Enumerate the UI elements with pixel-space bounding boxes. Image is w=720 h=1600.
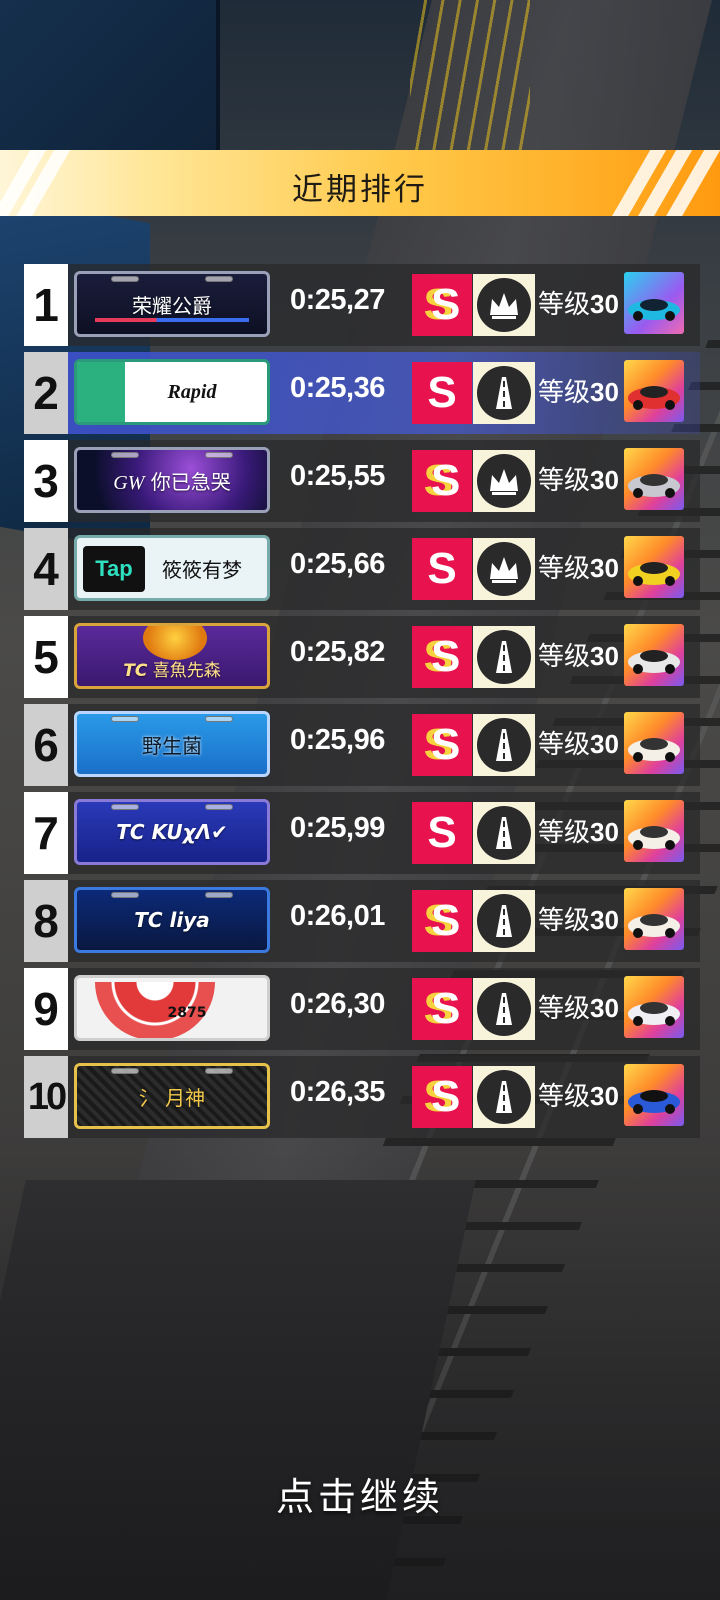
lap-time: 0:25,99 xyxy=(290,812,385,844)
tap-logo: Tap xyxy=(83,546,145,592)
player-name: GW 你已急哭 xyxy=(113,469,231,494)
lap-time: 0:25,96 xyxy=(290,724,385,756)
license-plate: 2875 xyxy=(74,975,270,1041)
license-plate: Rapid xyxy=(74,359,270,425)
building xyxy=(0,0,220,160)
player-level: 等级30 xyxy=(538,377,619,408)
grade-badge: SS xyxy=(412,714,472,776)
bottom-shade xyxy=(0,1150,720,1600)
player-name: Rapid xyxy=(167,380,217,403)
rank-number: 2 xyxy=(24,352,68,434)
rank-number: 10 xyxy=(24,1056,68,1138)
player-name: 野生菌 xyxy=(142,733,202,758)
grade-badge: SS xyxy=(412,1066,472,1128)
lap-time: 0:25,36 xyxy=(290,372,385,404)
car-thumbnail xyxy=(624,272,684,334)
lap-time: 0:26,35 xyxy=(290,1076,385,1108)
player-level: 等级30 xyxy=(538,817,619,848)
player-name: 氵 月神 xyxy=(138,1085,206,1110)
car-thumbnail xyxy=(624,1064,684,1126)
leaderboard-row[interactable]: 9 2875 0:26,30 SS 等级30 xyxy=(24,968,700,1050)
car-thumbnail xyxy=(624,976,684,1038)
grade-badge: SS xyxy=(412,450,472,512)
license-plate: GW 你已急哭 xyxy=(74,447,270,513)
car-thumbnail xyxy=(624,888,684,950)
leaderboard-row-current-player[interactable]: 2 Rapid 0:25,36 S 等级30 xyxy=(24,352,700,434)
crown-icon xyxy=(473,538,535,600)
player-name: TC 喜魚先森 xyxy=(123,660,221,681)
lap-time: 0:25,55 xyxy=(290,460,385,492)
rank-number: 8 xyxy=(24,880,68,962)
page-title: 近期排行 xyxy=(292,172,428,208)
player-level: 等级30 xyxy=(538,1081,619,1112)
player-level: 等级30 xyxy=(538,289,619,320)
player-name: 筱筱有梦 xyxy=(162,557,242,582)
crown-icon xyxy=(473,274,535,336)
header-banner: 近期排行 xyxy=(0,150,720,216)
grade-badge: SS xyxy=(412,274,472,336)
road-icon xyxy=(473,890,535,952)
grade-badge: S xyxy=(412,802,472,864)
player-name: TC liya xyxy=(134,908,210,932)
rank-number: 5 xyxy=(24,616,68,698)
rank-number: 9 xyxy=(24,968,68,1050)
player-level: 等级30 xyxy=(538,641,619,672)
player-level: 等级30 xyxy=(538,465,619,496)
road-icon xyxy=(473,362,535,424)
rank-number: 3 xyxy=(24,440,68,522)
player-name: 荣耀公爵 xyxy=(132,293,212,318)
lap-time: 0:25,27 xyxy=(290,284,385,316)
leaderboard-row[interactable]: 1 荣耀公爵 0:25,27 SS 等级30 xyxy=(24,264,700,346)
rank-number: 1 xyxy=(24,264,68,346)
leaderboard-row[interactable]: 3 GW 你已急哭 0:25,55 SS 等级30 xyxy=(24,440,700,522)
license-plate: 荣耀公爵 xyxy=(74,271,270,337)
road-icon xyxy=(473,626,535,688)
player-level: 等级30 xyxy=(538,905,619,936)
grade-badge: SS xyxy=(412,978,472,1040)
rank-number: 4 xyxy=(24,528,68,610)
license-plate: TC KUχΛ✔ xyxy=(74,799,270,865)
lap-time: 0:25,66 xyxy=(290,548,385,580)
leaderboard-row[interactable]: 8 TC liya 0:26,01 SS 等级30 xyxy=(24,880,700,962)
road-icon xyxy=(473,1066,535,1128)
car-thumbnail xyxy=(624,624,684,686)
crown-icon xyxy=(473,450,535,512)
player-name: 2875 xyxy=(167,1005,207,1021)
license-plate: Tap 筱筱有梦 xyxy=(74,535,270,601)
road-icon xyxy=(473,802,535,864)
license-plate: TC 喜魚先森 xyxy=(74,623,270,689)
tap-to-continue-button[interactable]: 点击继续 xyxy=(0,1466,720,1521)
car-thumbnail xyxy=(624,448,684,510)
player-level: 等级30 xyxy=(538,729,619,760)
leaderboard-row[interactable]: 4 Tap 筱筱有梦 0:25,66 S 等级30 xyxy=(24,528,700,610)
car-thumbnail xyxy=(624,712,684,774)
player-name: TC KUχΛ✔ xyxy=(116,820,228,844)
rank-number: 7 xyxy=(24,792,68,874)
lap-time: 0:25,82 xyxy=(290,636,385,668)
player-level: 等级30 xyxy=(538,993,619,1024)
car-thumbnail xyxy=(624,800,684,862)
grade-badge: SS xyxy=(412,890,472,952)
leaderboard-row[interactable]: 10 氵 月神 0:26,35 SS 等级30 xyxy=(24,1056,700,1138)
grade-badge: S xyxy=(412,362,472,424)
license-plate: 氵 月神 xyxy=(74,1063,270,1129)
lap-time: 0:26,30 xyxy=(290,988,385,1020)
skid-marks xyxy=(410,0,530,150)
leaderboard-row[interactable]: 5 TC 喜魚先森 0:25,82 SS 等级30 xyxy=(24,616,700,698)
grade-badge: SS xyxy=(412,626,472,688)
player-level: 等级30 xyxy=(538,553,619,584)
road-icon xyxy=(473,714,535,776)
leaderboard-row[interactable]: 7 TC KUχΛ✔ 0:25,99 S 等级30 xyxy=(24,792,700,874)
grade-badge: S xyxy=(412,538,472,600)
car-thumbnail xyxy=(624,360,684,422)
lap-time: 0:26,01 xyxy=(290,900,385,932)
license-plate: 野生菌 xyxy=(74,711,270,777)
car-thumbnail xyxy=(624,536,684,598)
road-icon xyxy=(473,978,535,1040)
rank-number: 6 xyxy=(24,704,68,786)
license-plate: TC liya xyxy=(74,887,270,953)
leaderboard-row[interactable]: 6 野生菌 0:25,96 SS 等级30 xyxy=(24,704,700,786)
